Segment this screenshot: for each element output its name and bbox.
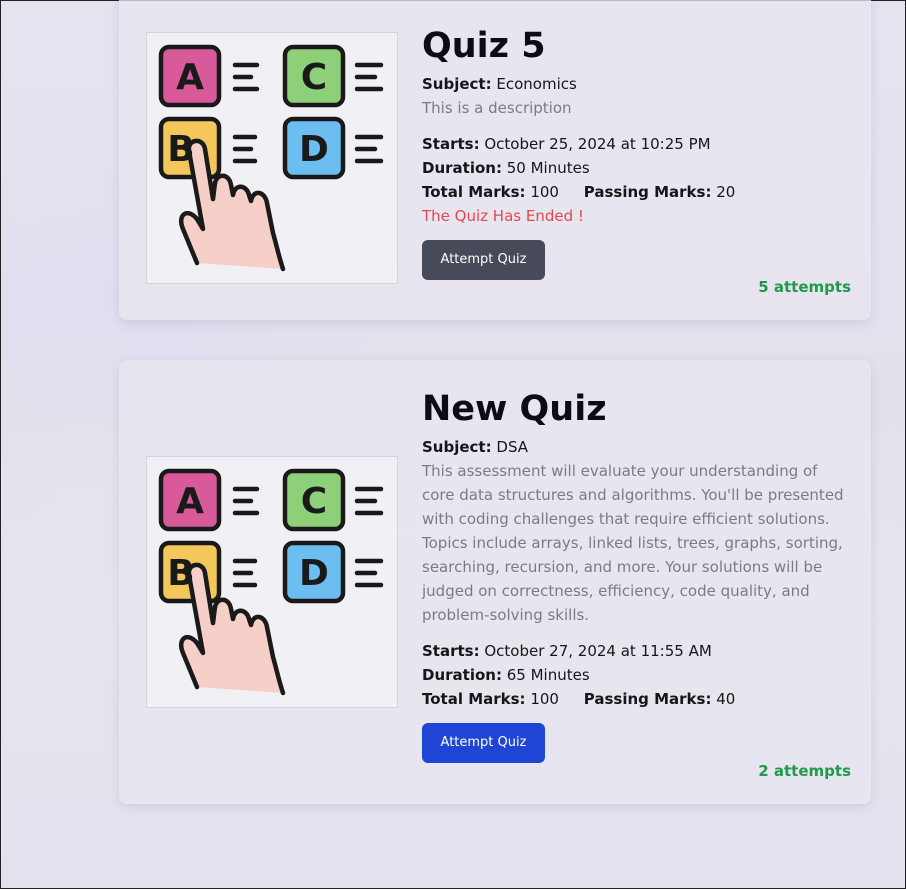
marks-row: Total Marks: 100 Passing Marks: 20 <box>422 180 852 204</box>
quiz-image: A C B D <box>146 456 398 708</box>
quiz-title: Quiz 5 <box>422 26 546 66</box>
quiz-card: A C B D New Quiz Subject: DSA This asses… <box>119 360 871 804</box>
attempt-quiz-button[interactable]: Attempt Quiz <box>422 240 545 280</box>
quiz-abcd-hand-icon: A C B D <box>158 468 384 696</box>
subject-row: Subject: Economics <box>422 72 852 96</box>
quiz-description: This assessment will evaluate your under… <box>422 462 844 624</box>
attempts-count: 5 attempts <box>758 278 851 296</box>
subject-row: Subject: DSA <box>422 435 852 459</box>
duration-label: Duration: <box>422 666 502 684</box>
quiz-info: New Quiz Subject: DSA This assessment wi… <box>422 387 852 763</box>
subject-value: DSA <box>496 438 529 456</box>
duration-label: Duration: <box>422 159 502 177</box>
passing-marks-label: Passing Marks: <box>583 183 712 201</box>
duration-row: Duration: 65 Minutes <box>422 663 852 687</box>
starts-value: October 27, 2024 at 11:55 AM <box>484 642 712 660</box>
total-marks-label: Total Marks: <box>422 690 526 708</box>
subject-label: Subject: <box>422 75 492 93</box>
starts-label: Starts: <box>422 642 480 660</box>
marks-row: Total Marks: 100 Passing Marks: 40 <box>422 687 852 711</box>
attempts-count: 2 attempts <box>758 762 851 780</box>
passing-marks-value: 40 <box>716 690 736 708</box>
total-marks-label: Total Marks: <box>422 183 526 201</box>
passing-marks-value: 20 <box>716 183 736 201</box>
svg-text:C: C <box>301 57 327 98</box>
svg-text:D: D <box>299 553 329 594</box>
starts-value: October 25, 2024 at 10:25 PM <box>484 135 711 153</box>
subject-value: Economics <box>496 75 577 93</box>
svg-text:D: D <box>299 129 329 170</box>
attempt-quiz-button[interactable]: Attempt Quiz <box>422 723 545 763</box>
svg-text:B: B <box>167 129 194 170</box>
starts-row: Starts: October 25, 2024 at 10:25 PM <box>422 132 852 156</box>
quiz-meta: Starts: October 27, 2024 at 11:55 AM Dur… <box>422 639 852 711</box>
starts-row: Starts: October 27, 2024 at 11:55 AM <box>422 639 852 663</box>
subject-label: Subject: <box>422 438 492 456</box>
quiz-card: A C B D Quiz 5 Subject: Economics This i… <box>119 0 871 320</box>
duration-row: Duration: 50 Minutes <box>422 156 852 180</box>
svg-text:C: C <box>301 481 327 522</box>
duration-value: 65 Minutes <box>506 666 590 684</box>
svg-text:A: A <box>176 57 204 98</box>
quiz-info: Quiz 5 Subject: Economics This is a desc… <box>422 24 852 280</box>
passing-marks-label: Passing Marks: <box>583 690 712 708</box>
quiz-image: A C B D <box>146 32 398 284</box>
duration-value: 50 Minutes <box>506 159 590 177</box>
svg-text:B: B <box>167 553 194 594</box>
quiz-status: The Quiz Has Ended ! <box>422 207 584 225</box>
svg-text:A: A <box>176 481 204 522</box>
total-marks-value: 100 <box>530 183 559 201</box>
total-marks-value: 100 <box>530 690 559 708</box>
quiz-description: This is a description <box>422 99 572 117</box>
quiz-abcd-hand-icon: A C B D <box>158 44 384 272</box>
quiz-title: New Quiz <box>422 389 607 429</box>
starts-label: Starts: <box>422 135 480 153</box>
quiz-meta: Starts: October 25, 2024 at 10:25 PM Dur… <box>422 132 852 228</box>
